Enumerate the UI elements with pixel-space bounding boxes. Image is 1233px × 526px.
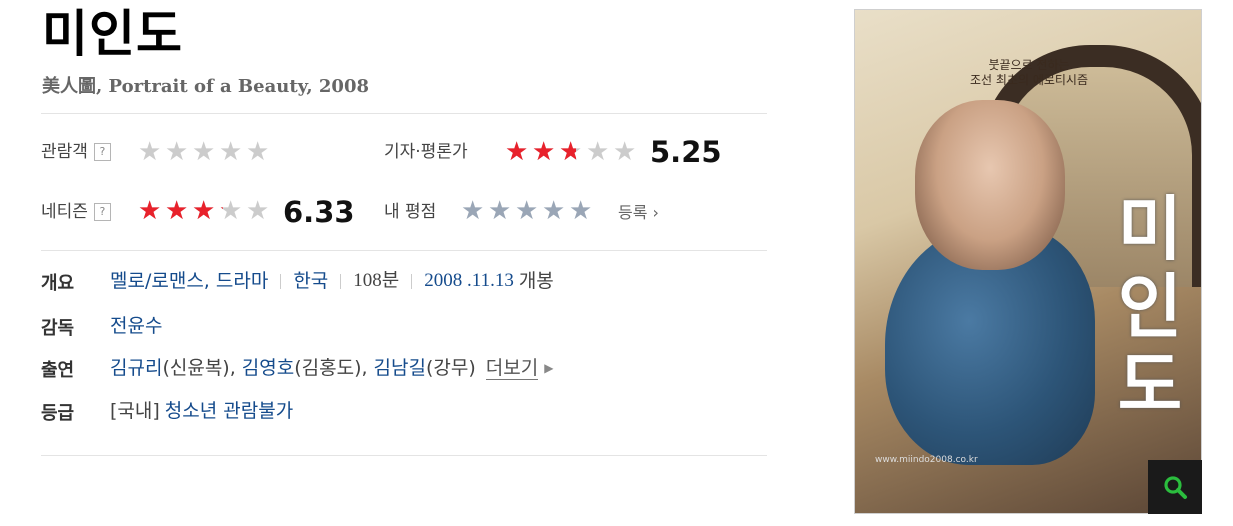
- grade-label: 등급: [41, 403, 75, 424]
- star-icon: ★★: [165, 196, 189, 226]
- poster-calligraphy: 미인도: [1117, 187, 1183, 426]
- grade-row: [국내] 청소년 관람불가: [110, 398, 293, 424]
- cast-label: 출연: [41, 360, 75, 381]
- star-icon: ★: [192, 137, 216, 167]
- star-icon: ★: [246, 196, 270, 226]
- star-icon: ★: [246, 137, 270, 167]
- star-icon[interactable]: ★: [542, 198, 569, 224]
- audience-label-text: 관람객: [41, 142, 88, 162]
- triangle-right-icon: ▶: [544, 361, 554, 375]
- my-rating-label-text: 내 평점: [384, 202, 437, 222]
- star-icon: ★: [219, 137, 243, 167]
- cast-link-2[interactable]: 김영호: [242, 355, 294, 381]
- star-icon[interactable]: ★: [488, 198, 515, 224]
- cast-role-1: (신윤복),: [162, 357, 236, 379]
- star-icon: ★: [138, 137, 162, 167]
- star-icon: ★★: [138, 196, 162, 226]
- director-link[interactable]: 전윤수: [110, 313, 162, 339]
- poster-figures: [915, 100, 1065, 270]
- star-icon: ★: [165, 137, 189, 167]
- grade-region: [국내]: [110, 400, 160, 422]
- critics-rating-label: 기자·평론가: [384, 141, 468, 163]
- director-label: 감독: [41, 318, 75, 339]
- cast-role-3: (강무): [425, 357, 476, 379]
- cast-role-2: (김홍도),: [294, 357, 368, 379]
- director-row: 전윤수: [110, 313, 162, 339]
- separator: [280, 273, 282, 289]
- cast-link-3[interactable]: 김남길: [374, 355, 426, 381]
- netizen-stars: ★★★★★★★★★: [138, 198, 273, 224]
- divider-middle: [41, 250, 767, 251]
- netizen-rating-label: 네티즌 ?: [41, 201, 111, 223]
- chevron-right-icon: ›: [647, 203, 659, 222]
- movie-subtitle: 美人圖, Portrait of a Beauty, 2008: [42, 76, 369, 97]
- release-date-link[interactable]: 2008 .11.13: [424, 268, 514, 294]
- poster-tophead: 붓끝으로 전하는 조선 최초의 에로티시즘: [969, 58, 1089, 87]
- star-icon[interactable]: ★: [461, 198, 488, 224]
- audience-stars: ★ ★ ★ ★ ★: [138, 139, 273, 165]
- star-icon[interactable]: ★: [515, 198, 542, 224]
- register-label: 등록: [618, 203, 648, 222]
- search-icon: [1164, 476, 1187, 499]
- critics-label-text: 기자·평론가: [384, 142, 468, 162]
- runtime: 108분: [353, 270, 400, 291]
- genre-link[interactable]: 멜로/로맨스, 드라마: [110, 268, 268, 294]
- star-icon: ★★: [192, 196, 216, 226]
- movie-title: 미인도: [42, 5, 183, 63]
- country-link[interactable]: 한국: [293, 268, 328, 294]
- netizen-score: 6.33: [283, 195, 355, 229]
- cast-link-1[interactable]: 김규리: [110, 355, 162, 381]
- divider-bottom: [41, 455, 767, 456]
- star-icon: ★★: [532, 137, 556, 167]
- poster-zoom-button[interactable]: [1148, 460, 1202, 514]
- poster-credit: www.miindo2008.co.kr: [875, 455, 978, 465]
- divider-top: [41, 113, 767, 114]
- star-icon[interactable]: ★: [569, 198, 596, 224]
- star-icon: ★★: [219, 196, 243, 226]
- star-icon: ★: [613, 137, 637, 167]
- netizen-help-icon[interactable]: ?: [93, 203, 111, 221]
- separator: [340, 273, 342, 289]
- cast-more-link[interactable]: 더보기: [485, 357, 539, 380]
- grade-link[interactable]: 청소년 관람불가: [165, 398, 293, 424]
- cast-row: 김규리 (신윤복), 김영호 (김홍도), 김남길 (강무) 더보기 ▶: [110, 355, 553, 381]
- star-icon: ★★: [505, 137, 529, 167]
- my-rating-stars[interactable]: ★ ★ ★ ★ ★: [461, 198, 596, 224]
- overview-row: 멜로/로맨스, 드라마 한국 108분 2008 .11.13 개봉: [110, 268, 554, 294]
- audience-help-icon[interactable]: ?: [93, 143, 111, 161]
- separator: [411, 273, 413, 289]
- audience-rating-label: 관람객 ?: [41, 141, 111, 163]
- netizen-label-text: 네티즌: [41, 202, 88, 222]
- overview-label: 개요: [41, 273, 75, 294]
- register-rating-link[interactable]: 등록 ›: [618, 202, 659, 224]
- critics-score: 5.25: [650, 135, 722, 169]
- movie-poster[interactable]: 붓끝으로 전하는 조선 최초의 에로티시즘 미인도 www.miindo2008…: [854, 9, 1202, 514]
- star-icon: ★★: [559, 137, 583, 167]
- release-suffix: 개봉: [518, 270, 554, 292]
- my-rating-label: 내 평점: [384, 201, 436, 223]
- critics-stars: ★ ★ ★ ★ ★ ★ ★ ★: [505, 139, 640, 165]
- star-icon: ★: [586, 137, 610, 167]
